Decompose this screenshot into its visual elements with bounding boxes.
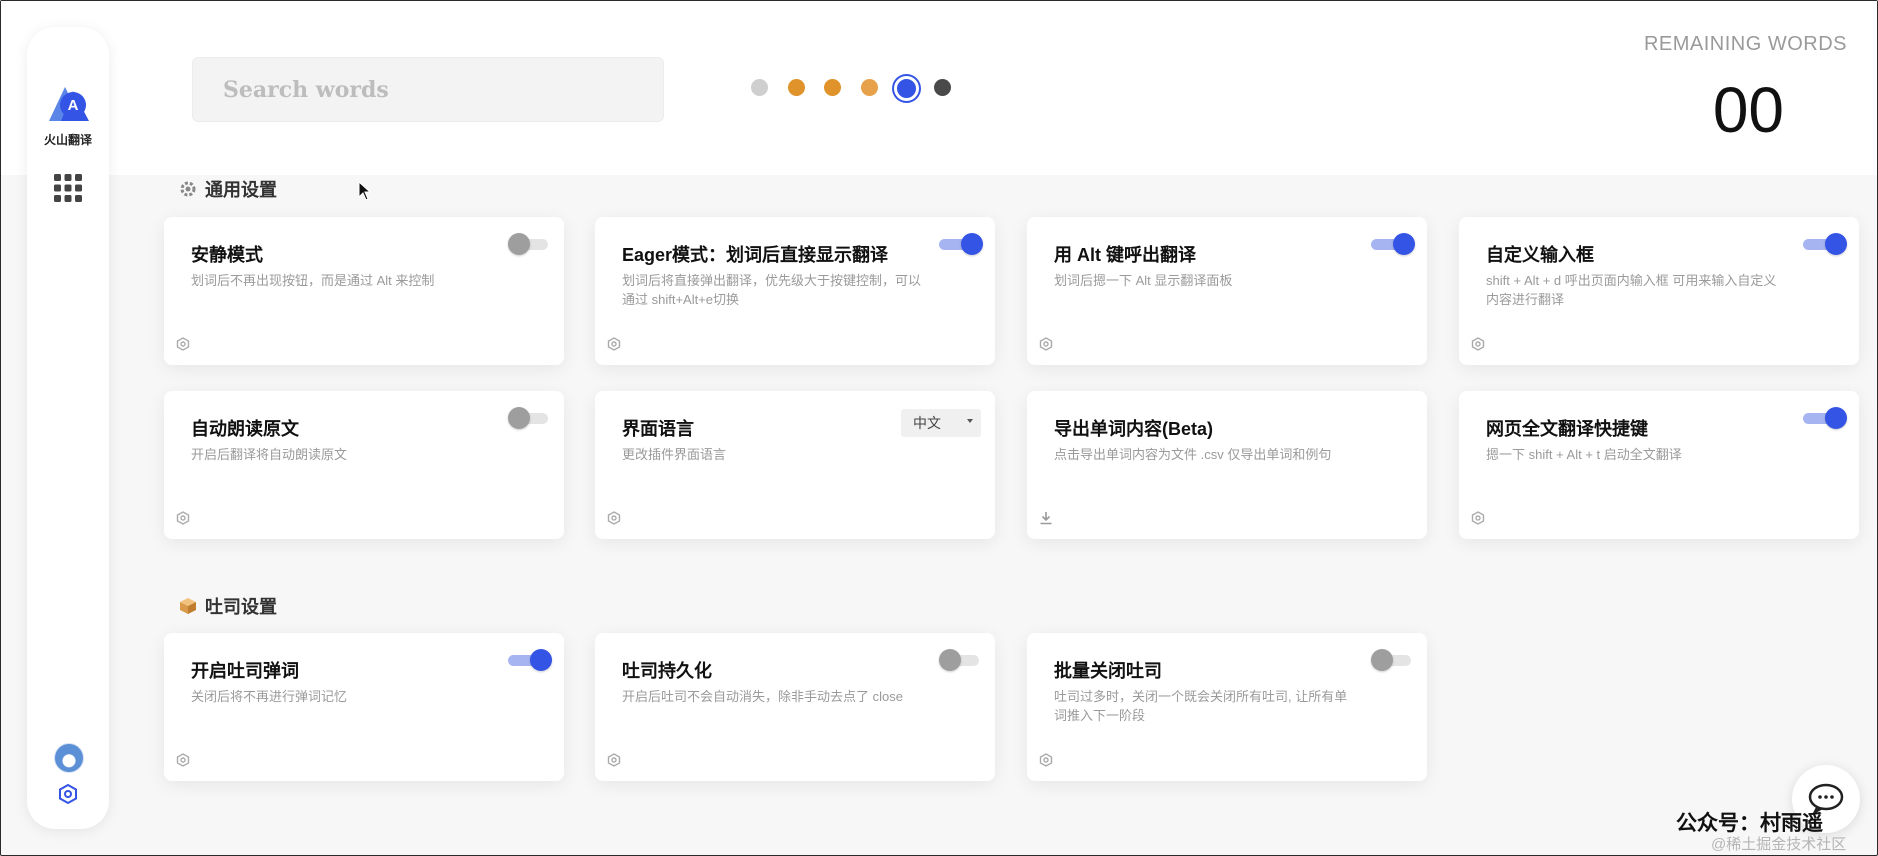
search-box[interactable] [192, 57, 664, 122]
setting-card: 网页全文翻译快捷键摁一下 shift + Alt + t 启动全文翻译 [1459, 391, 1859, 539]
setting-card: 批量关闭吐司吐司过多时，关闭一个既会关闭所有吐司, 让所有单词推入下一阶段 [1027, 633, 1427, 781]
setting-description: 开启后翻译将自动朗读原文 [191, 447, 348, 462]
setting-description: 摁一下 shift + Alt + t 启动全文翻译 [1486, 447, 1682, 462]
progress-dot [934, 79, 951, 96]
setting-card: 自定义输入框 shift + Alt + d 呼出页面内输入框 可用来输入自定义内… [1459, 217, 1859, 365]
setting-card: 界面语言更改插件界面语言 中文 [595, 391, 995, 539]
settings-hexagon-icon[interactable] [607, 337, 621, 351]
setting-card: 导出单词内容(Beta) 点击导出单词内容为文件 .csv 仅导出单词和例句 [1027, 391, 1427, 539]
setting-toggle[interactable] [939, 233, 983, 255]
setting-description: 点击导出单词内容为文件 .csv 仅导出单词和例句 [1054, 447, 1332, 462]
setting-toggle[interactable] [508, 649, 552, 671]
progress-dot-current [894, 76, 919, 101]
brand-logo[interactable]: A 火山翻译 [43, 69, 93, 147]
setting-description: 吐司过多时，关闭一个既会关闭所有吐司, 让所有单词推入下一阶段 [1054, 689, 1348, 723]
setting-title: 批量关闭吐司 [1054, 661, 1162, 681]
setting-card: Eager模式：划词后直接显示翻译划词后将直接弹出翻译，优先级大于按键控制，可以… [595, 217, 995, 365]
setting-toggle[interactable] [939, 649, 981, 671]
setting-title: 自动朗读原文 [191, 419, 299, 439]
mouse-cursor-icon [358, 181, 372, 201]
toggle-knob [1393, 233, 1415, 255]
setting-title: 开启吐司弹词 [191, 661, 299, 681]
setting-toggle[interactable] [508, 233, 550, 255]
toggle-knob [1825, 407, 1847, 429]
progress-dot [751, 79, 768, 96]
setting-description: shift + Alt + d 呼出页面内输入框 可用来输入自定义内容进行翻译 [1486, 273, 1777, 307]
package-box-icon [179, 597, 197, 615]
toggle-knob [939, 649, 961, 671]
search-input[interactable] [193, 58, 663, 121]
user-avatar[interactable] [54, 743, 84, 773]
remaining-words-count: 00 [1712, 74, 1784, 146]
setting-card: 吐司持久化开启后吐司不会自动消失，除非手动去点了 close [595, 633, 995, 781]
setting-card: 自动朗读原文开启后翻译将自动朗读原文 [164, 391, 564, 539]
toggle-knob [1371, 649, 1393, 671]
settings-hexagon-icon[interactable] [176, 337, 190, 351]
remaining-words-label: REMAINING WORDS [1643, 33, 1847, 55]
setting-description: 关闭后将不再进行弹词记忆 [191, 689, 348, 704]
caret-down-icon [967, 419, 973, 423]
toggle-knob [1825, 233, 1847, 255]
setting-title: 用 Alt 键呼出翻译 [1054, 245, 1196, 265]
setting-toggle[interactable] [1803, 407, 1847, 429]
settings-hexagon-icon[interactable] [1039, 337, 1053, 351]
app-window: A 火山翻译 Search words REMAINING WORDS 00 通… [0, 0, 1878, 856]
setting-toggle[interactable] [1371, 233, 1415, 255]
setting-card: 开启吐司弹词关闭后将不再进行弹词记忆 [164, 633, 564, 781]
brand-name: 火山翻译 [43, 133, 92, 147]
setting-toggle[interactable] [1803, 233, 1847, 255]
settings-hexagon-icon[interactable] [607, 753, 621, 767]
settings-hexagon-icon[interactable] [1039, 753, 1053, 767]
language-select[interactable]: 中文 [901, 409, 981, 437]
setting-title: Eager模式：划词后直接显示翻译 [622, 245, 889, 265]
settings-hexagon-icon[interactable] [1471, 337, 1485, 351]
progress-dot [788, 79, 805, 96]
setting-title: 导出单词内容(Beta) [1054, 419, 1214, 439]
settings-hexagon-icon[interactable] [176, 753, 190, 767]
setting-description: 更改插件界面语言 [622, 447, 727, 462]
setting-description: 开启后吐司不会自动消失，除非手动去点了 close [622, 689, 903, 704]
setting-description: 划词后摁一下 Alt 显示翻译面板 [1054, 273, 1233, 288]
setting-title: 自定义输入框 [1486, 245, 1594, 265]
section-title-label: 通用设置 [205, 180, 277, 200]
setting-title: 吐司持久化 [622, 661, 712, 681]
setting-title: 安静模式 [191, 245, 263, 265]
setting-card: 安静模式划词后不再出现按钮，而是通过 Alt 来控制 [164, 217, 564, 365]
setting-card: 用 Alt 键呼出翻译划词后摁一下 Alt 显示翻译面板 [1027, 217, 1427, 365]
settings-hexagon-icon[interactable] [1471, 511, 1485, 525]
settings-hexagon-icon[interactable] [607, 511, 621, 525]
setting-description: 划词后不再出现按钮，而是通过 Alt 来控制 [191, 273, 435, 288]
toggle-knob [530, 649, 552, 671]
settings-hexagon-icon[interactable] [176, 511, 190, 525]
apps-grid-icon[interactable] [53, 173, 83, 203]
toggle-knob [508, 233, 530, 255]
setting-description: 划词后将直接弹出翻译，优先级大于按键控制，可以通过 shift+Alt+e切换 [622, 273, 922, 307]
section-title-label: 吐司设置 [205, 597, 277, 617]
setting-title: 界面语言 [622, 419, 694, 439]
progress-dot [861, 79, 878, 96]
svg-text:A: A [68, 97, 79, 114]
volcano-translate-logo-icon: A [49, 87, 89, 121]
download-icon[interactable] [1039, 511, 1053, 525]
watermark-juejin: @稀土掘金技术社区 [1711, 836, 1847, 853]
setting-toggle[interactable] [1371, 649, 1413, 671]
setting-toggle[interactable] [508, 407, 550, 429]
section-title-general: 通用设置 [179, 176, 277, 202]
progress-dot [824, 79, 841, 96]
settings-hexagon-icon[interactable] [57, 783, 79, 805]
sidebar: A 火山翻译 [27, 27, 109, 829]
setting-title: 网页全文翻译快捷键 [1486, 419, 1648, 439]
gear-icon [179, 180, 197, 198]
language-select-value: 中文 [913, 415, 941, 431]
section-title-toast: 吐司设置 [179, 593, 277, 619]
toggle-knob [961, 233, 983, 255]
toggle-knob [508, 407, 530, 429]
